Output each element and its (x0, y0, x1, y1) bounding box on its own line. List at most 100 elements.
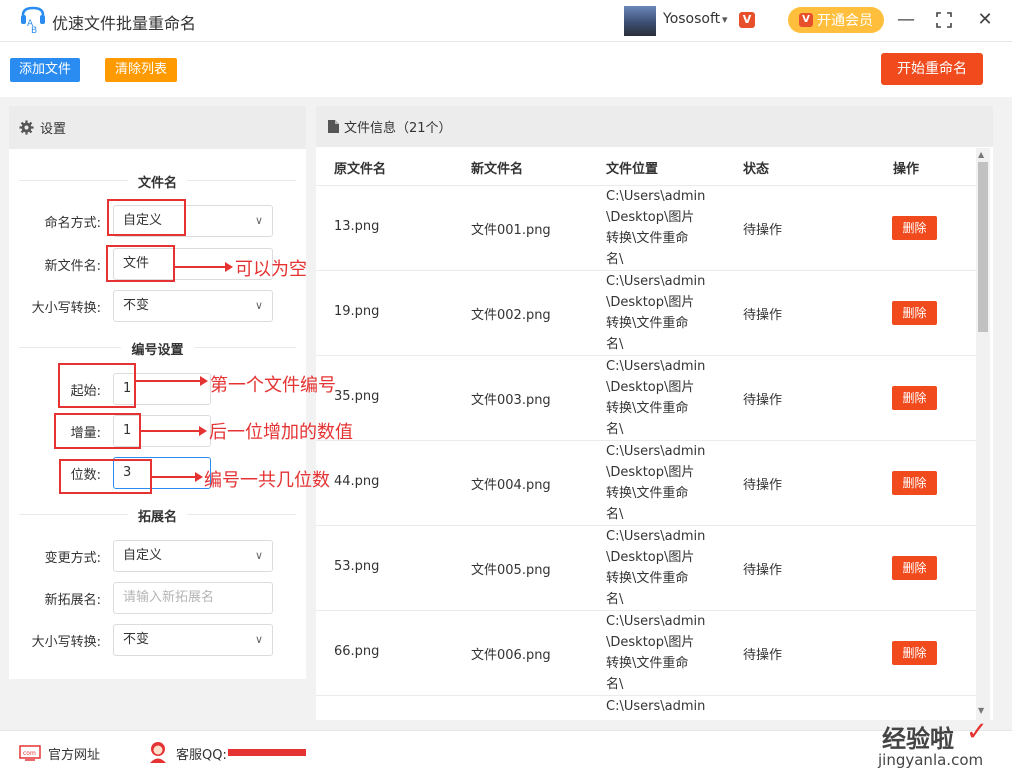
file-location-line: 转换\文件重命 (606, 401, 689, 416)
table-row[interactable]: 53.png 文件005.png C:\Users\admin \Desktop\图片… (316, 525, 976, 610)
delete-button[interactable]: 删除 (892, 471, 937, 495)
column-header-status[interactable]: 状态 (743, 158, 769, 177)
table-row[interactable]: 66.png 文件006.png C:\Users\admin \Desktop\图片… (316, 610, 976, 695)
new-filename-cell: 文件003.png (471, 393, 551, 408)
highlight-naming-mode (107, 199, 186, 236)
status-cell: 待操作 (743, 478, 783, 493)
user-avatar[interactable] (624, 6, 656, 36)
status-cell: 待操作 (743, 393, 783, 408)
delete-button[interactable]: 删除 (892, 216, 937, 240)
arrow-icon (141, 426, 207, 436)
case-label: 大小写转换: (31, 301, 101, 316)
vip-button[interactable]: V 开通会员 (788, 7, 884, 33)
new-filename-cell: 文件004.png (471, 478, 551, 493)
chevron-down-icon: ∨ (254, 299, 263, 312)
file-location-line: \Desktop\图片 (606, 380, 695, 395)
file-location-line: 名\ (606, 252, 624, 267)
file-location-line: C:\Users\admin (606, 444, 706, 459)
scroll-thumb[interactable] (978, 162, 988, 332)
settings-header: 设置 (9, 106, 306, 149)
column-header-new[interactable]: 新文件名 (471, 158, 523, 177)
file-location-cell: C:\Users\admin \Desktop\图片 转换\文件重命 名\ (606, 271, 716, 355)
chevron-down-icon: ∨ (254, 633, 263, 646)
new-filename-cell: 文件001.png (471, 223, 551, 238)
original-filename-cell: 35.png (334, 389, 380, 404)
chevron-down-icon[interactable]: ▾ (722, 13, 728, 26)
annotation-empty-ok: 可以为空 (235, 259, 307, 280)
column-header-location[interactable]: 文件位置 (606, 158, 658, 177)
file-location-line: 名\ (606, 422, 624, 437)
file-location-line: 转换\文件重命 (606, 571, 689, 586)
file-location-line: 转换\文件重命 (606, 486, 689, 501)
support-qq-label[interactable]: 客服QQ: (176, 744, 227, 763)
table-row[interactable]: 13.png 文件001.png C:\Users\admin \Desktop\图片… (316, 185, 976, 270)
file-location-cell: C:\Users\admin (606, 696, 716, 717)
column-header-action[interactable]: 操作 (893, 158, 919, 177)
maximize-button[interactable] (932, 8, 956, 32)
file-location-line: 转换\文件重命 (606, 656, 689, 671)
watermark-title: 经验啦 (882, 725, 954, 753)
delete-button[interactable]: 删除 (892, 386, 937, 410)
table-row[interactable]: 19.png 文件002.png C:\Users\admin \Desktop\图片… (316, 270, 976, 355)
svg-text:com: com (23, 750, 36, 757)
file-location-line: \Desktop\图片 (606, 295, 695, 310)
arrow-icon (152, 472, 203, 482)
scroll-up-icon[interactable]: ▲ (978, 150, 984, 159)
delete-button[interactable]: 删除 (892, 641, 937, 665)
highlight-start (58, 363, 136, 408)
status-cell: 待操作 (743, 648, 783, 663)
close-button[interactable]: ✕ (973, 8, 997, 32)
naming-mode-label: 命名方式: (44, 216, 101, 231)
file-list-panel: 文件信息（21个） 原文件名 新文件名 文件位置 状态 操作 13.png 文件0… (316, 106, 993, 720)
file-location-line: \Desktop\图片 (606, 465, 695, 480)
status-cell: 待操作 (743, 308, 783, 323)
file-location-cell: C:\Users\admin \Desktop\图片 转换\文件重命 名\ (606, 441, 716, 525)
highlight-step (54, 413, 141, 449)
table-row[interactable]: 35.png 文件003.png C:\Users\admin \Desktop\图片… (316, 355, 976, 440)
minimize-button[interactable]: — (894, 8, 918, 32)
new-filename-cell: 文件005.png (471, 563, 551, 578)
add-files-button[interactable]: 添加文件 (10, 58, 80, 82)
new-filename-cell: 文件002.png (471, 308, 551, 323)
start-rename-button[interactable]: 开始重命名 (881, 53, 983, 85)
original-filename-cell: 66.png (334, 644, 380, 659)
new-ext-input[interactable]: 请输入新拓展名 (113, 582, 273, 614)
arrow-icon (136, 376, 208, 386)
new-filename-cell: 文件006.png (471, 648, 551, 663)
vip-icon: V (799, 13, 813, 27)
file-location-line: C:\Users\admin (606, 529, 706, 544)
settings-title: 设置 (40, 122, 67, 137)
column-header-original[interactable]: 原文件名 (334, 158, 386, 177)
extension-section-title: 拓展名 (9, 506, 306, 525)
file-location-cell: C:\Users\admin \Desktop\图片 转换\文件重命 名\ (606, 611, 716, 695)
official-website-link[interactable]: 官方网址 (48, 744, 100, 763)
scroll-down-icon[interactable]: ▼ (978, 706, 984, 715)
vip-badge-icon: V (739, 12, 755, 28)
watermark-url: jingyanla.com (878, 751, 984, 769)
file-location-line: \Desktop\图片 (606, 550, 695, 565)
file-location-line: 转换\文件重命 (606, 231, 689, 246)
annotation-digits: 编号一共几位数 (204, 470, 330, 491)
file-list-scrollbar[interactable]: ▲ ▼ (976, 148, 990, 720)
file-location-line: 名\ (606, 337, 624, 352)
document-icon (328, 120, 339, 133)
svg-text:B: B (31, 26, 37, 34)
table-row[interactable]: 44.png 文件004.png C:\Users\admin \Desktop\图片… (316, 440, 976, 525)
ext-mode-select[interactable]: 自定义 ∨ (113, 540, 273, 572)
arrow-icon (175, 262, 233, 272)
highlight-new-name (106, 245, 175, 282)
file-location-line: 名\ (606, 592, 624, 607)
ext-case-select[interactable]: 不变 ∨ (113, 624, 273, 656)
status-cell: 待操作 (743, 223, 783, 238)
delete-button[interactable]: 删除 (892, 556, 937, 580)
ext-mode-label: 变更方式: (44, 551, 101, 566)
delete-button[interactable]: 删除 (892, 301, 937, 325)
file-location-line: C:\Users\admin (606, 189, 706, 204)
case-select[interactable]: 不变 ∨ (113, 290, 273, 322)
user-name[interactable]: Yososoft (663, 11, 720, 27)
highlight-digits (59, 459, 152, 494)
clear-list-button[interactable]: 清除列表 (105, 58, 177, 82)
file-location-line: 转换\文件重命 (606, 316, 689, 331)
file-location-cell: C:\Users\admin \Desktop\图片 转换\文件重命 名\ (606, 186, 716, 270)
original-filename-cell: 13.png (334, 219, 380, 234)
